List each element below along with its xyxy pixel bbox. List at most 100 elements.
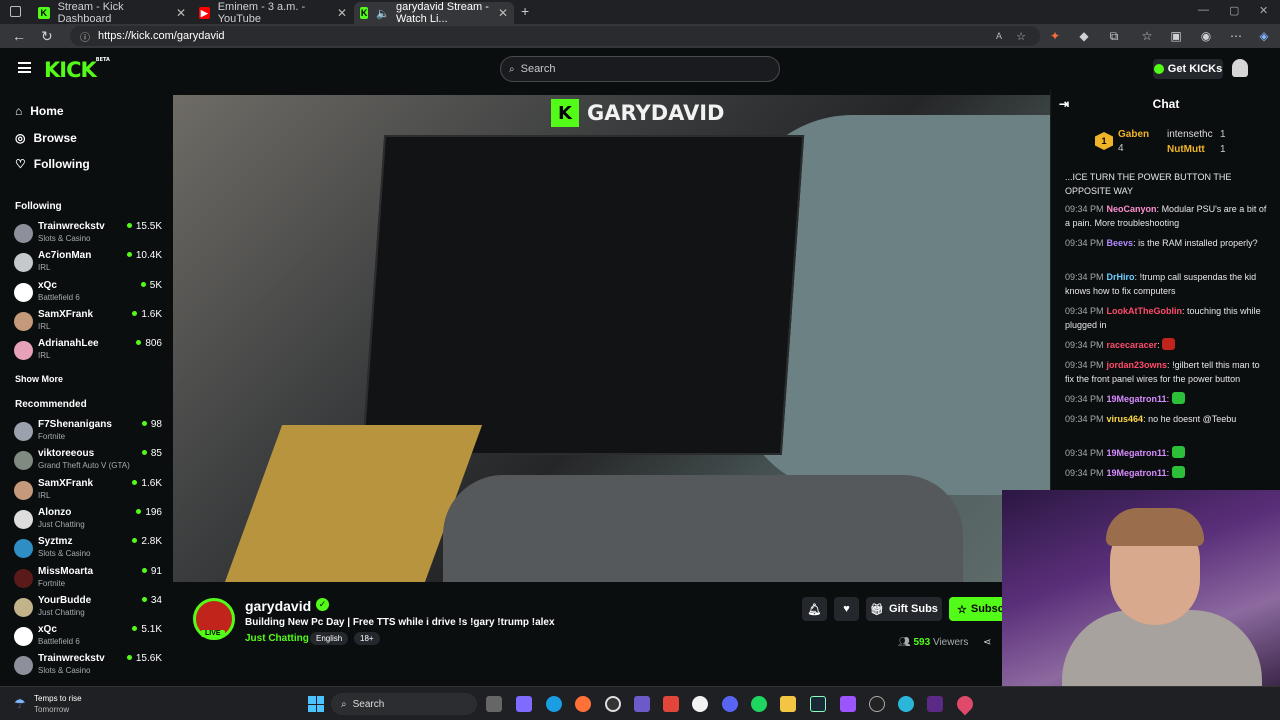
video-player[interactable]: K GARYDAVID	[173, 95, 1050, 582]
gifter-name[interactable]: NutMutt	[1167, 144, 1205, 155]
read-aloud-icon[interactable]: A	[996, 31, 1002, 41]
sidebar-channel[interactable]: SamXFrank IRL 1.6K	[14, 478, 164, 504]
windows-start-icon[interactable]	[308, 696, 324, 712]
extension-icon[interactable]: ✦	[1048, 29, 1062, 43]
sidebar-channel[interactable]: Trainwreckstv Slots & Casino 15.6K	[14, 653, 164, 679]
chat-username[interactable]: jordan23owns	[1107, 360, 1168, 370]
close-icon[interactable]: ✕	[176, 6, 186, 20]
stream-category-link[interactable]: Just Chatting	[245, 633, 309, 644]
close-icon[interactable]: ✕	[498, 6, 508, 20]
sidebar-channel[interactable]: xQc Battlefield 6 5.1K	[14, 624, 164, 650]
more-icon[interactable]: ⋯	[1229, 29, 1243, 43]
sidebar-channel[interactable]: Ac7ionMan IRL 10.4K	[14, 250, 164, 276]
tag-age[interactable]: 18+	[354, 632, 380, 645]
webcam-hair	[1106, 508, 1204, 546]
stream-info-panel: LIVE garydavid ✓ Building New Pc Day | F…	[173, 582, 1004, 686]
app-icon[interactable]	[663, 696, 679, 712]
compass-icon: ◎	[15, 131, 26, 145]
maps-pin-icon[interactable]	[953, 692, 977, 716]
close-window-button[interactable]: ✕	[1259, 4, 1268, 17]
task-view-icon[interactable]	[486, 696, 502, 712]
tab-youtube[interactable]: ▶ Eminem - 3 a.m. - YouTube ✕	[193, 1, 353, 25]
favorites-icon[interactable]: ☆	[1140, 29, 1154, 43]
chat-username[interactable]: 19Megatron11	[1107, 468, 1167, 478]
sidebar-channel[interactable]: Trainwreckstv Slots & Casino 15.5K	[14, 221, 164, 247]
tag-language[interactable]: English	[310, 632, 349, 645]
chat-username[interactable]: virus464	[1107, 414, 1144, 424]
minimize-button[interactable]: —	[1198, 4, 1209, 16]
close-icon[interactable]: ✕	[337, 6, 347, 20]
sidebar-channel[interactable]: AdrianahLee IRL 806	[14, 338, 164, 364]
chat-username[interactable]: racecaracer	[1107, 340, 1158, 350]
speaker-icon[interactable]: 🔈	[376, 7, 390, 20]
sidebar-channel[interactable]: YourBudde Just Chatting 34	[14, 595, 164, 621]
info-icon[interactable]: ⓘ	[80, 29, 90, 44]
user-avatar[interactable]	[1232, 59, 1248, 77]
app-icon[interactable]	[898, 696, 914, 712]
share-icon[interactable]: ⋖	[983, 637, 991, 648]
search-input[interactable]: ⌕ Search	[500, 56, 780, 82]
obs-icon[interactable]	[605, 696, 621, 712]
show-more-link[interactable]: Show More	[15, 374, 63, 384]
channel-name[interactable]: garydavid	[245, 598, 311, 614]
sidebar-channel[interactable]: SamXFrank IRL 1.6K	[14, 309, 164, 335]
weather-title[interactable]: Temps to rise	[34, 694, 82, 703]
notification-bell-button[interactable]: 🔔︎	[802, 597, 827, 621]
sidebar-item-following[interactable]: ♡ Following	[15, 157, 90, 171]
tab-garydavid[interactable]: K 🔈 garydavid Stream - Watch Li... ✕	[354, 1, 514, 25]
gift-subs-button[interactable]: 🎁︎ Gift Subs	[866, 597, 942, 621]
extensions-icon[interactable]: ⧉	[1107, 29, 1121, 43]
weather-icon[interactable]: ☂	[14, 696, 26, 712]
window-menu-icon[interactable]	[10, 6, 21, 17]
itunes-icon[interactable]	[692, 696, 708, 712]
url-field[interactable]: ⓘ https://kick.com/garydavid A ☆	[70, 26, 1040, 46]
sidebar-channel[interactable]: F7Shenanigans Fortnite 98	[14, 419, 164, 445]
gifter-name[interactable]: Gaben	[1118, 129, 1149, 140]
sidebar-channel[interactable]: MissMoarta Fortnite 91	[14, 566, 164, 592]
copilot-icon[interactable]	[516, 696, 532, 712]
heart-icon: ♥	[843, 603, 850, 615]
firefox-icon[interactable]	[575, 696, 591, 712]
menu-icon[interactable]	[18, 62, 31, 73]
sidebar-channel[interactable]: viktoreeous Grand Theft Auto V (GTA) 85	[14, 448, 164, 474]
chat-username[interactable]: DrHiro	[1107, 272, 1135, 282]
discord-icon[interactable]	[722, 696, 738, 712]
gifter-name[interactable]: intensethc	[1167, 129, 1213, 140]
sidebar-channel[interactable]: Alonzo Just Chatting 196	[14, 507, 164, 533]
collapse-chat-icon[interactable]: ⇥	[1059, 90, 1069, 118]
spotify-icon[interactable]	[751, 696, 767, 712]
refresh-icon[interactable]: ↻	[41, 28, 53, 45]
copilot-icon[interactable]: ◈	[1257, 29, 1271, 43]
extension-icon[interactable]: ◆	[1077, 29, 1091, 43]
subscribe-button[interactable]: ☆ Subsc	[949, 597, 1004, 621]
collections-icon[interactable]: ▣	[1169, 29, 1183, 43]
chat-username[interactable]: Beevs	[1107, 238, 1134, 248]
chat-username[interactable]: 19Megatron11	[1107, 448, 1167, 458]
chat-username[interactable]: 19Megatron11	[1107, 394, 1167, 404]
channel-viewers: 5K	[141, 280, 162, 291]
favorite-star-icon[interactable]: ☆	[1016, 30, 1026, 43]
sidebar-item-home[interactable]: ⌂ Home	[15, 104, 64, 118]
sidebar-channel[interactable]: Syztmz Slots & Casino 2.8K	[14, 536, 164, 562]
kick-logo[interactable]: KICKBETA	[44, 57, 110, 82]
new-tab-button[interactable]: +	[521, 3, 529, 19]
profile-icon[interactable]: ◉	[1199, 29, 1213, 43]
app-icon[interactable]	[840, 696, 856, 712]
app-icon[interactable]	[634, 696, 650, 712]
fx-app-icon[interactable]	[927, 696, 943, 712]
file-explorer-icon[interactable]	[780, 696, 796, 712]
chat-username[interactable]: NeoCanyon	[1107, 204, 1157, 214]
get-kicks-button[interactable]: Get KICKs	[1153, 59, 1223, 79]
edge-icon[interactable]	[546, 696, 562, 712]
chat-username[interactable]: LookAtTheGoblin	[1107, 306, 1183, 316]
maximize-button[interactable]: ▢	[1229, 4, 1239, 17]
sidebar-channel[interactable]: xQc Battlefield 6 5K	[14, 280, 164, 306]
tab-kick-dashboard[interactable]: K Stream - Kick Dashboard ✕	[32, 1, 192, 25]
sidebar-item-browse[interactable]: ◎ Browse	[15, 131, 77, 145]
follow-button[interactable]: ♥	[834, 597, 859, 621]
app-icon[interactable]	[869, 696, 885, 712]
back-icon[interactable]: ←	[12, 28, 26, 44]
steam-icon[interactable]	[810, 696, 826, 712]
channel-avatar	[14, 422, 33, 441]
taskbar-search[interactable]: ⌕ Search	[331, 693, 477, 715]
